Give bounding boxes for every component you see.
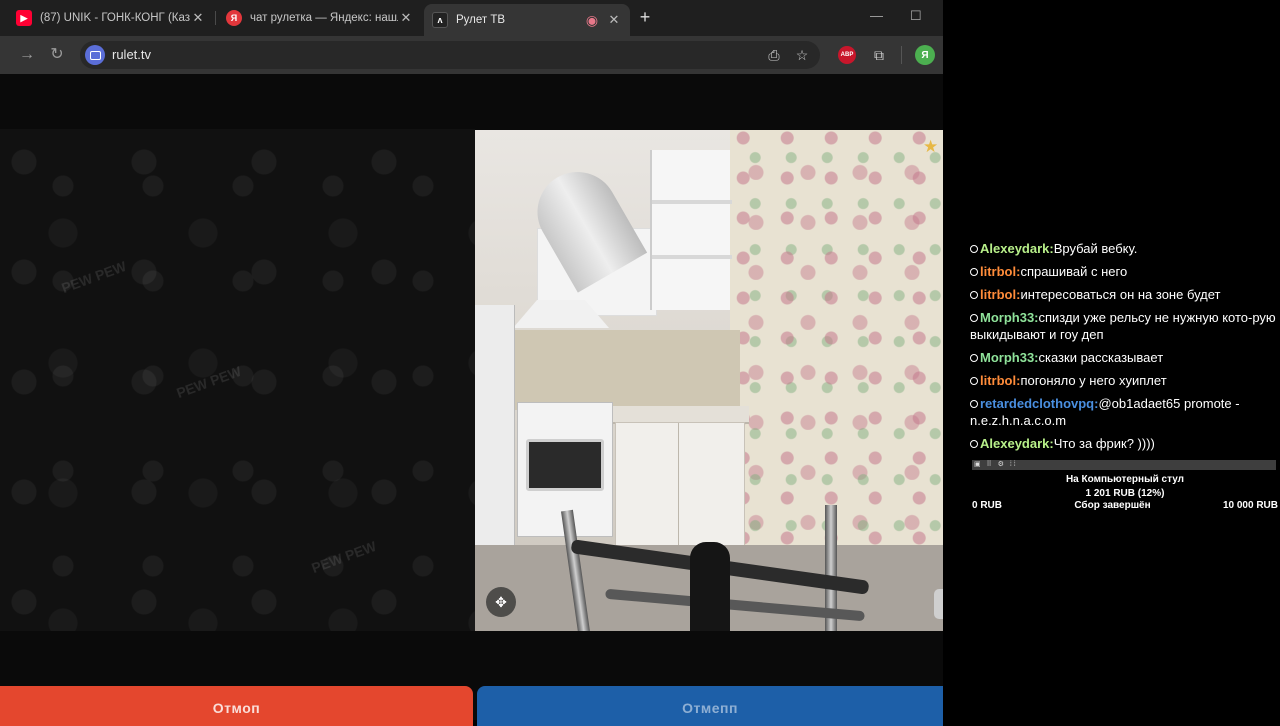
tab-rulet-tv[interactable]: ʌ Рулет ТВ ◉ ✕ [424, 4, 630, 36]
chat-username: litrbol: [980, 287, 1021, 302]
youtube-icon: ▶ [16, 10, 32, 26]
stop-button-label: Отмоп [212, 700, 261, 716]
cam-backsplash [510, 330, 740, 410]
next-button[interactable]: Отмепп [477, 686, 943, 726]
chat-text: Врубай вебку. [1053, 241, 1138, 256]
stream-chat-overlay: Alexeydark:Врубай вебку. litrbol:спрашив… [970, 240, 1278, 458]
chat-badge-icon [970, 440, 978, 448]
toolbar: → ↻ rulet.tv ⎙ ☆ ABP ⧉ Я [0, 36, 943, 74]
chat-badge-icon [970, 377, 978, 385]
chat-username: Morph33: [980, 350, 1039, 365]
adblock-extension-icon[interactable]: ABP [838, 46, 856, 64]
chat-toolbar: ▣ ⠿ ⚙ ⁞⁞ [972, 460, 1276, 470]
new-tab-button[interactable]: + [636, 8, 654, 26]
chat-username: retardedclothovpq: [980, 396, 1099, 411]
chat-text: Что за фрик? )))) [1053, 436, 1155, 451]
next-button-label: Отмепп [682, 700, 738, 716]
cam-shelves [650, 150, 732, 310]
goal-max: 10 000 RUB [1222, 500, 1278, 511]
url-text[interactable]: rulet.tv [112, 47, 151, 62]
close-icon[interactable]: ✕ [606, 12, 622, 28]
cam-chair-post [690, 542, 730, 631]
gamepad-icon[interactable]: ✥ [486, 587, 516, 617]
pattern-text: PEW PEW [309, 537, 379, 577]
webcam-video [475, 130, 943, 631]
extensions-icon[interactable]: ⧉ [870, 46, 888, 64]
goal-title: На Компьютерный стул [1065, 474, 1185, 485]
pattern-text: PEW PEW [59, 257, 129, 297]
address-bar[interactable]: rulet.tv ⎙ ☆ [80, 41, 820, 69]
stop-button[interactable]: Отмоп [0, 686, 473, 726]
chat-message: Morph33:сказки рассказывает [970, 349, 1278, 366]
chat-message: Morph33:спизди уже рельсу не нужную кото… [970, 309, 1278, 343]
tab-yandex[interactable]: Я чат рулетка — Яндекс: нашлос ✕ [218, 4, 422, 32]
chat-message: litrbol:интересоваться он на зоне будет [970, 286, 1278, 303]
chat-badge-icon [970, 245, 978, 253]
cam-fridge [475, 305, 515, 555]
chat-username: litrbol: [980, 264, 1021, 279]
rulet-tv-icon: ʌ [432, 12, 448, 28]
tab-separator [215, 11, 216, 25]
chat-message: litrbol:погоняло у него хуиплет [970, 372, 1278, 389]
yandex-icon: Я [226, 10, 242, 26]
chat-message: retardedclothovpq:@ob1adaet65 promote - … [970, 395, 1278, 429]
close-icon[interactable]: ✕ [190, 10, 206, 26]
chat-text: погоняло у него хуиплет [1020, 373, 1167, 388]
cam-lower-cabinet [615, 422, 745, 563]
chat-username: Alexeydark: [980, 241, 1054, 256]
forward-icon[interactable]: → [18, 46, 36, 64]
minimize-icon[interactable]: — [870, 8, 883, 23]
chat-toolbar-icons[interactable]: ▣ ⠿ ⚙ ⁞⁞ [974, 461, 1018, 469]
favorite-star-icon[interactable]: ★ [923, 137, 938, 157]
reload-icon[interactable]: ↻ [48, 46, 66, 64]
chat-text: сказки рассказывает [1038, 350, 1164, 365]
goal-status: Сбор завершён [1074, 500, 1151, 511]
close-icon[interactable]: ✕ [398, 10, 414, 26]
recording-icon: ◉ [585, 11, 599, 28]
donation-goal: На Компьютерный стул 1 201 RUB (12%) 0 R… [972, 474, 1278, 511]
cam-oven [526, 439, 604, 491]
tab-strip: ▶ (87) UNIK - ГОНК-КОНГ (Казан ✕ Я чат р… [0, 0, 943, 36]
chat-text: спрашивай с него [1020, 264, 1128, 279]
tab-youtube[interactable]: ▶ (87) UNIK - ГОНК-КОНГ (Казан ✕ [8, 4, 214, 32]
install-app-icon[interactable]: ⎙ [766, 47, 782, 63]
chat-username: Alexeydark: [980, 436, 1054, 451]
pattern-text: PEW PEW [174, 362, 244, 402]
chat-badge-icon [970, 314, 978, 322]
tab-title: чат рулетка — Яндекс: нашлос [250, 12, 398, 24]
partner-video-placeholder: PEW PEW PEW PEW PEW PEW [0, 129, 475, 631]
tab-title: (87) UNIK - ГОНК-КОНГ (Казан [40, 12, 190, 24]
tab-title: Рулет ТВ [456, 14, 506, 26]
chat-badge-icon [970, 400, 978, 408]
chat-message: litrbol:спрашивай с него [970, 263, 1278, 280]
chat-text: интересоваться он на зоне будет [1020, 287, 1221, 302]
chat-badge-icon [970, 268, 978, 276]
goal-min: 0 RUB [972, 500, 1003, 511]
chat-message: Alexeydark:Врубай вебку. [970, 240, 1278, 257]
maximize-icon[interactable]: ☐ [910, 8, 922, 24]
side-panel-handle[interactable] [934, 589, 943, 619]
browser-window: ▶ (87) UNIK - ГОНК-КОНГ (Казан ✕ Я чат р… [0, 0, 943, 726]
page-content: PEW PEW PEW PEW PEW PEW ★ ✥ Отмоп Отмепп [0, 74, 943, 726]
goal-progress-row: 0 RUB Сбор завершён 10 000 RUB [972, 500, 1278, 511]
goal-amount: 1 201 RUB (12%) [1085, 488, 1165, 499]
chat-username: Morph33: [980, 310, 1039, 325]
site-info-icon[interactable] [85, 45, 105, 65]
bookmark-star-icon[interactable]: ☆ [794, 47, 810, 63]
chat-badge-icon [970, 291, 978, 299]
chat-username: litrbol: [980, 373, 1021, 388]
profile-avatar[interactable]: Я [915, 45, 935, 65]
chat-message: Alexeydark:Что за фрик? )))) [970, 435, 1278, 452]
chat-badge-icon [970, 354, 978, 362]
toolbar-separator [901, 46, 902, 64]
